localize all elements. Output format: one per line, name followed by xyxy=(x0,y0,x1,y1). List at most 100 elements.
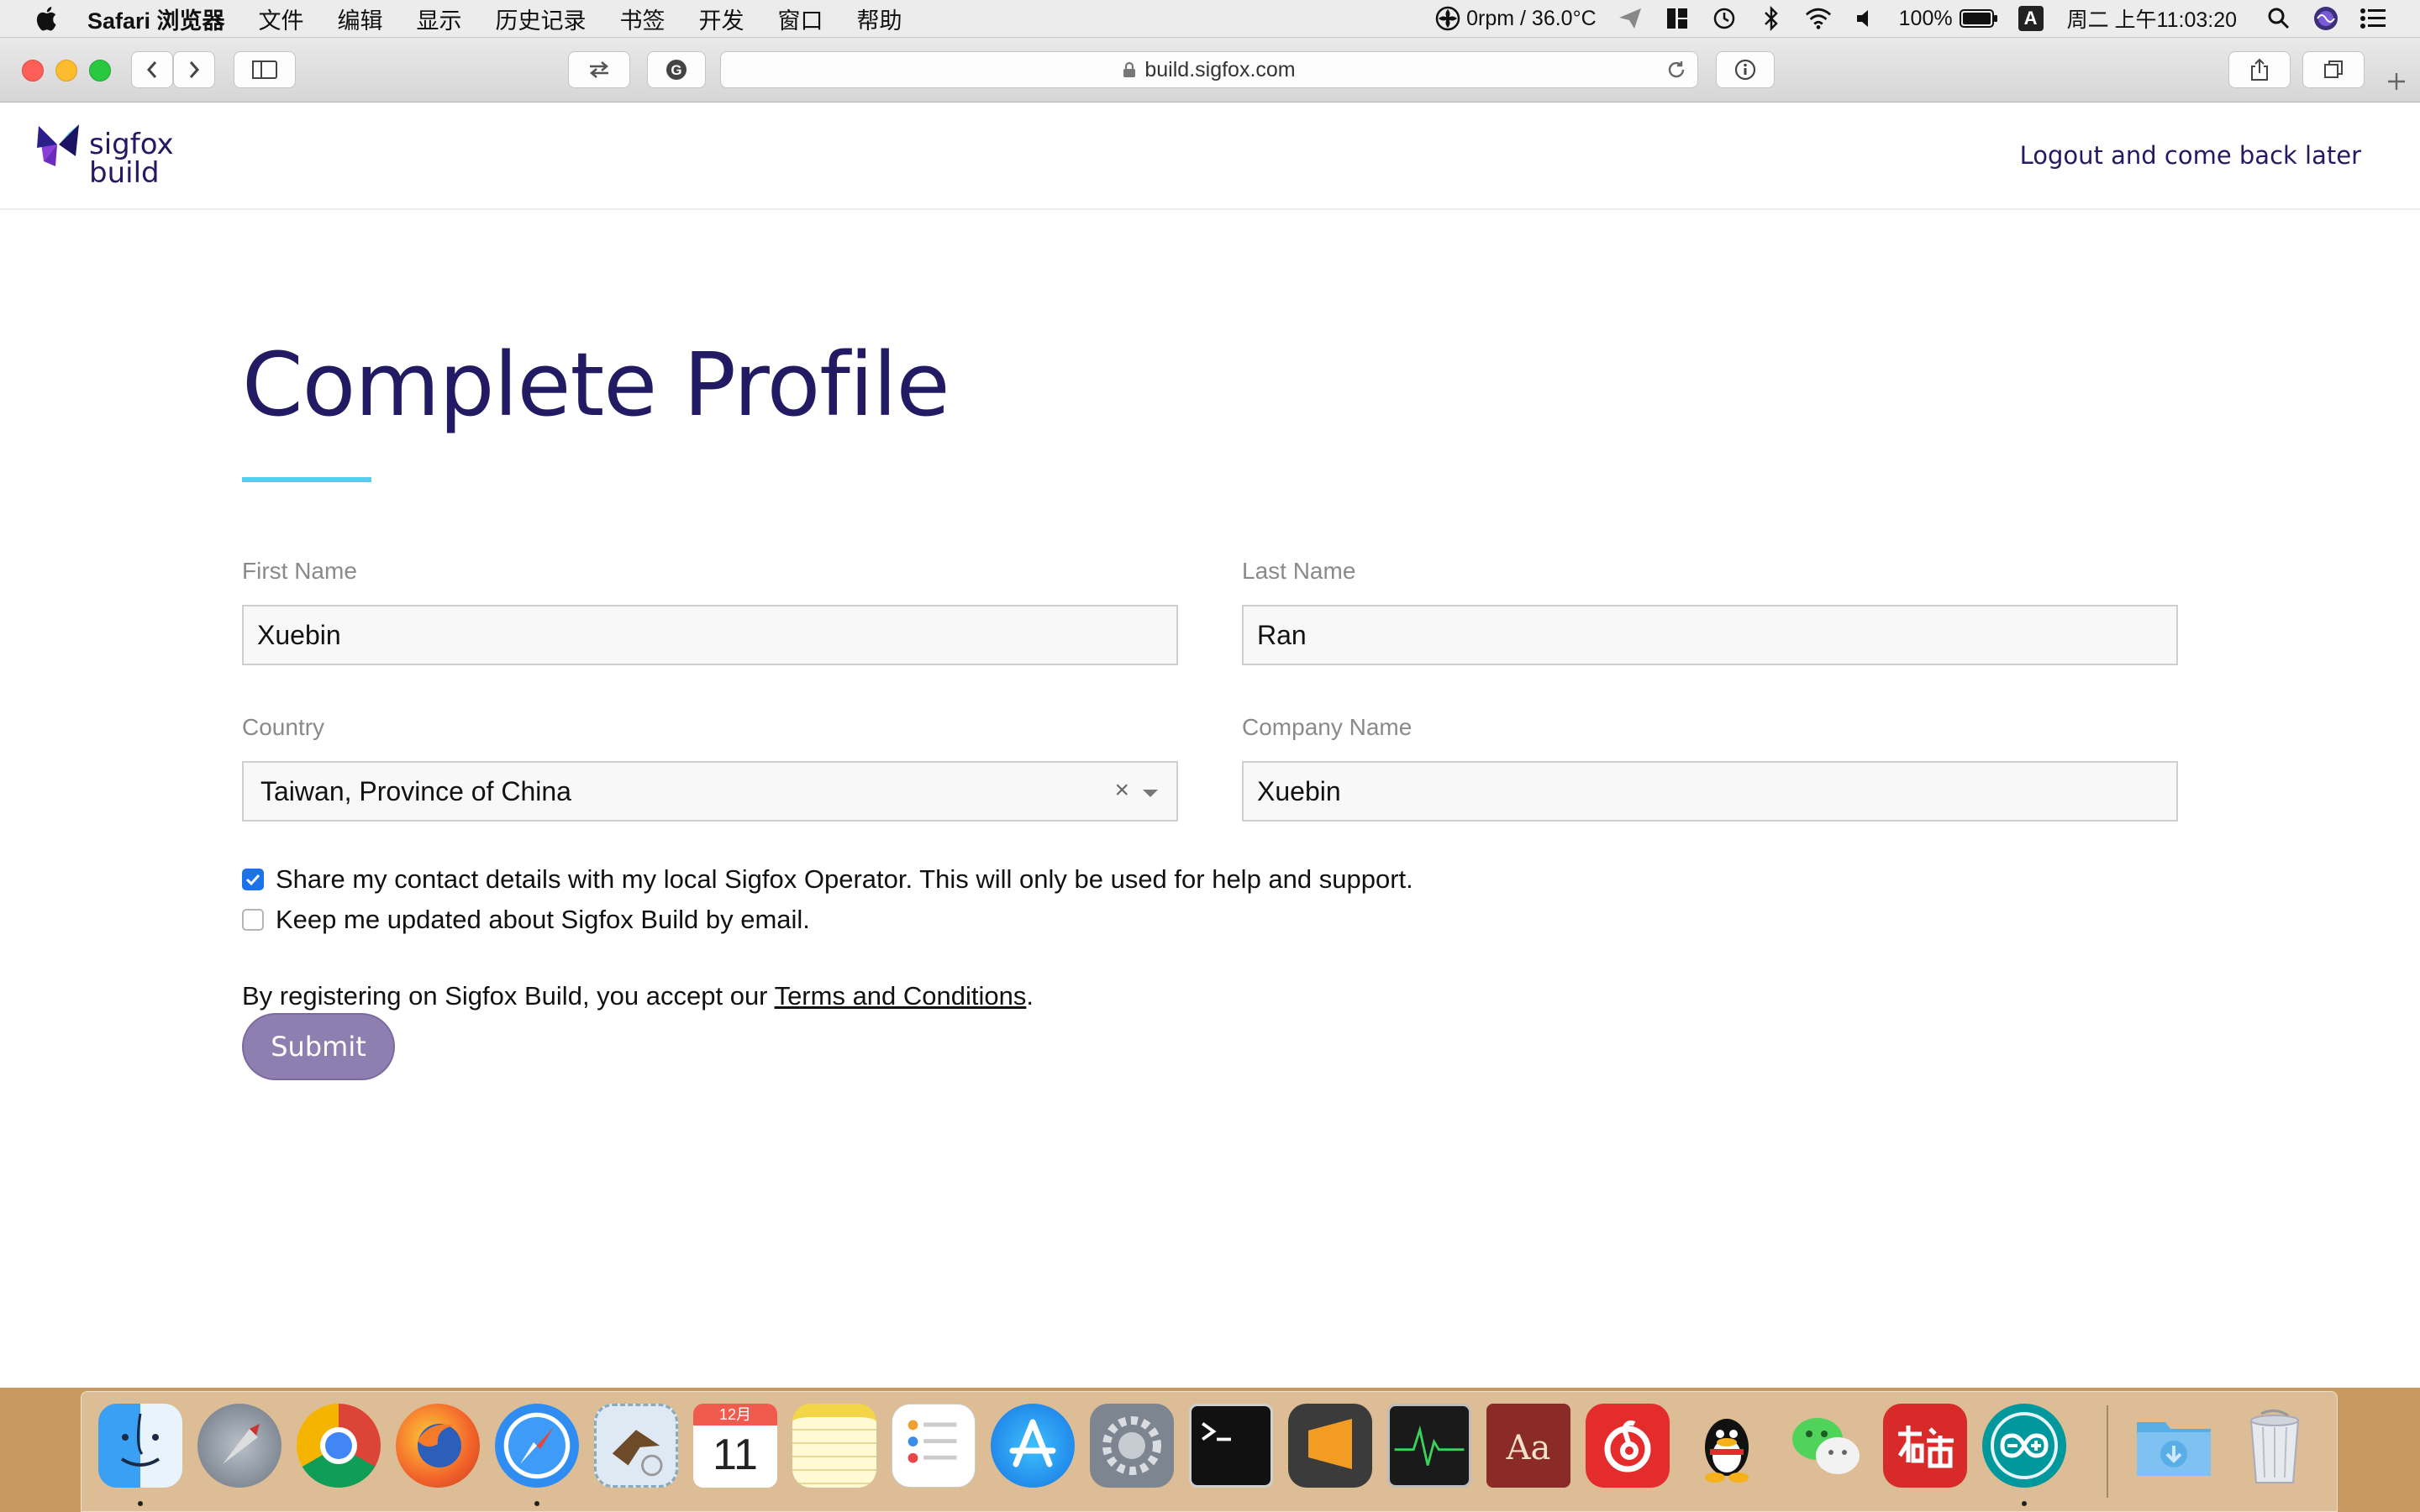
lock-icon xyxy=(1123,61,1136,77)
firefox-icon[interactable] xyxy=(396,1404,480,1488)
site-header: sigfox build Logout and come back later xyxy=(0,102,2420,210)
dictionary-icon[interactable]: Aa xyxy=(1486,1404,1570,1488)
menu-help[interactable]: 帮助 xyxy=(857,3,902,35)
forward-button[interactable] xyxy=(173,51,215,88)
bluetooth-icon[interactable] xyxy=(1758,5,1785,32)
menu-bookmarks[interactable]: 书签 xyxy=(620,3,666,35)
menu-app-name[interactable]: Safari 浏览器 xyxy=(87,3,225,35)
mail-icon[interactable] xyxy=(594,1404,678,1488)
dock-separator xyxy=(2107,1405,2108,1498)
menu-bar: Safari 浏览器 文件 编辑 显示 历史记录 书签 开发 窗口 帮助 0rp… xyxy=(0,0,2420,38)
page-title: Complete Profile xyxy=(242,333,950,436)
plus-icon xyxy=(2388,73,2405,90)
address-bar[interactable]: build.sigfox.com xyxy=(720,51,1698,88)
volume-icon[interactable] xyxy=(1852,5,1879,32)
input-method-icon[interactable]: A xyxy=(2018,6,2044,31)
safari-running-indicator xyxy=(534,1501,539,1506)
country-select[interactable]: Taiwan, Province of China × xyxy=(242,761,1178,822)
share-contact-text[interactable]: Share my contact details with my local S… xyxy=(276,864,1413,895)
submit-button[interactable]: Submit xyxy=(242,1013,395,1080)
finder-icon[interactable] xyxy=(98,1404,182,1488)
sublime-text-icon[interactable] xyxy=(1288,1404,1372,1488)
checkmark-icon xyxy=(245,874,260,886)
paper-plane-icon[interactable] xyxy=(1617,5,1644,32)
extension-button[interactable] xyxy=(568,51,630,88)
netease-music-icon[interactable] xyxy=(1586,1404,1670,1488)
tab-overview-button[interactable] xyxy=(2302,51,2365,88)
clock[interactable]: 周二 上午11:03:20 xyxy=(2067,3,2237,34)
terms-suffix: . xyxy=(1026,981,1034,1011)
notes-icon[interactable] xyxy=(792,1404,876,1488)
grammarly-button[interactable]: G xyxy=(647,51,706,88)
email-updates-text[interactable]: Keep me updated about Sigfox Build by em… xyxy=(276,905,810,935)
last-name-label: Last Name xyxy=(1242,558,1356,584)
web-page: sigfox build Logout and come back later … xyxy=(0,102,2420,1388)
wechat-icon[interactable] xyxy=(1784,1404,1868,1488)
svg-text:G: G xyxy=(671,62,681,78)
finder-running-indicator xyxy=(138,1501,143,1506)
wifi-icon[interactable] xyxy=(1805,5,1832,32)
apple-icon[interactable] xyxy=(34,4,62,33)
battery-icon[interactable] xyxy=(1959,5,1998,32)
share-button[interactable] xyxy=(2228,51,2291,88)
sidebar-toggle-button[interactable] xyxy=(234,51,296,88)
tabs-icon xyxy=(2324,60,2343,78)
sigfox-build-logo[interactable]: sigfox build xyxy=(34,118,174,193)
share-contact-checkbox[interactable] xyxy=(242,869,264,890)
email-updates-checkbox[interactable] xyxy=(242,909,264,931)
menu-file[interactable]: 文件 xyxy=(259,3,304,35)
info-icon xyxy=(1734,59,1756,81)
last-name-input[interactable] xyxy=(1242,605,2178,665)
terms-statement: By registering on Sigfox Build, you acce… xyxy=(242,981,1034,1011)
chevron-right-icon xyxy=(189,61,200,78)
menu-view[interactable]: 显示 xyxy=(417,3,462,35)
calendar-icon[interactable]: 12月 11 xyxy=(693,1404,777,1488)
dropdown-arrow-icon[interactable] xyxy=(1143,790,1158,797)
calendar-day: 11 xyxy=(713,1431,758,1479)
terms-prefix: By registering on Sigfox Build, you acce… xyxy=(242,981,775,1011)
logout-link[interactable]: Logout and come back later xyxy=(2020,141,2361,170)
siri-icon[interactable] xyxy=(2312,5,2339,32)
activity-monitor-icon[interactable] xyxy=(1387,1404,1471,1488)
launchpad-icon[interactable] xyxy=(197,1404,281,1488)
chrome-icon[interactable] xyxy=(297,1404,381,1488)
fan-status-text: 0rpm / 36.0°C xyxy=(1466,6,1597,30)
minimize-window-button[interactable] xyxy=(55,60,77,81)
trash-icon[interactable] xyxy=(2233,1404,2317,1488)
close-window-button[interactable] xyxy=(22,60,44,81)
share-contact-row: Share my contact details with my local S… xyxy=(242,864,1413,895)
grammarly-icon: G xyxy=(666,60,687,80)
terms-link[interactable]: Terms and Conditions xyxy=(775,981,1027,1011)
svg-text:Aa: Aa xyxy=(1506,1429,1551,1467)
menu-window[interactable]: 窗口 xyxy=(778,3,823,35)
page-info-button[interactable] xyxy=(1716,51,1775,88)
reminders-icon[interactable] xyxy=(892,1404,976,1488)
menu-edit[interactable]: 编辑 xyxy=(338,3,383,35)
youdao-icon[interactable] xyxy=(1883,1404,1967,1488)
company-name-label: Company Name xyxy=(1242,714,1413,740)
zoom-window-button[interactable] xyxy=(89,60,111,81)
company-name-input[interactable] xyxy=(1242,761,2178,822)
clear-selection-icon[interactable]: × xyxy=(1114,776,1129,805)
arduino-icon[interactable] xyxy=(1982,1404,2066,1488)
first-name-label: First Name xyxy=(242,558,357,584)
url-text[interactable]: build.sigfox.com xyxy=(1144,58,1295,82)
menu-history[interactable]: 历史记录 xyxy=(496,3,587,35)
safari-icon[interactable] xyxy=(495,1404,579,1488)
notification-center-icon[interactable] xyxy=(2360,5,2386,32)
fan-icon[interactable] xyxy=(1434,5,1461,32)
new-tab-button[interactable] xyxy=(2376,61,2417,102)
reload-icon[interactable] xyxy=(1665,59,1687,81)
terminal-icon[interactable] xyxy=(1189,1404,1273,1488)
browser-toolbar: G build.sigfox.com xyxy=(0,38,2420,102)
back-button[interactable] xyxy=(131,51,173,88)
system-preferences-icon[interactable] xyxy=(1090,1404,1174,1488)
spotlight-search-icon[interactable] xyxy=(2265,5,2292,32)
first-name-input[interactable] xyxy=(242,605,1178,665)
downloads-folder-icon[interactable] xyxy=(2132,1404,2216,1488)
time-machine-icon[interactable] xyxy=(1711,5,1738,32)
qq-icon[interactable] xyxy=(1685,1404,1769,1488)
window-manager-icon[interactable] xyxy=(1664,5,1691,32)
app-store-icon[interactable] xyxy=(991,1404,1075,1488)
menu-develop[interactable]: 开发 xyxy=(699,3,744,35)
